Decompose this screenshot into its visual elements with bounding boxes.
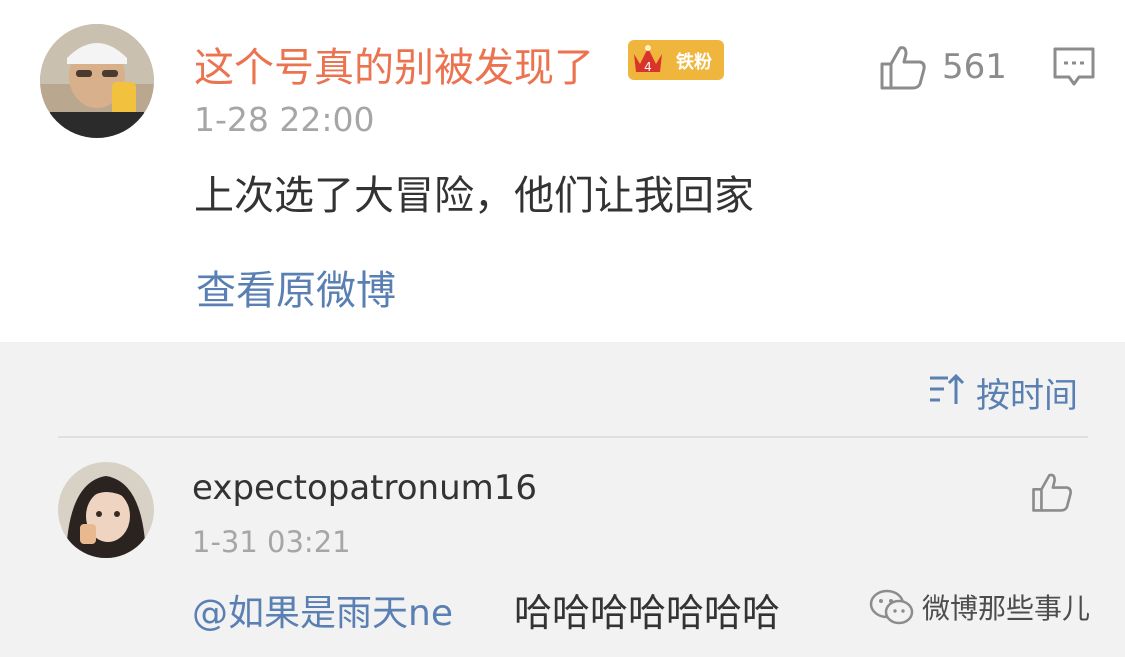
commenter-avatar[interactable] [40,24,154,138]
sort-by-time-button[interactable]: 按时间 [976,368,1078,417]
comment-timestamp: 1-28 22:00 [194,100,375,139]
reply-timestamp: 1-31 03:21 [192,525,351,559]
thumb-up-icon[interactable] [1030,470,1074,514]
divider [58,436,1088,438]
like-count: 561 [942,47,1007,87]
badge-level: 4 [644,60,652,74]
thumb-up-icon[interactable] [878,42,928,92]
commenter-username[interactable]: 这个号真的别被发现了 [194,35,594,93]
view-original-link[interactable]: 查看原微博 [196,258,396,316]
watermark-text: 微博那些事儿 [922,592,1091,625]
mention-link[interactable]: @如果是雨天ne [192,584,453,636]
comment-icon[interactable] [1052,46,1096,88]
replier-username[interactable]: expectopatronum16 [192,468,537,508]
replier-avatar[interactable] [58,462,154,558]
sort-ascending-icon[interactable] [928,372,968,408]
comment-card: 这个号真的别被发现了 4 铁粉 1-28 22:00 上次选了大冒险，他们让我回… [0,0,1125,342]
comment-text: 上次选了大冒险，他们让我回家 [194,173,754,219]
reply-text: 哈哈哈哈哈哈哈 [514,591,781,635]
wechat-icon [869,589,914,625]
badge-label: 铁粉 [676,52,712,73]
